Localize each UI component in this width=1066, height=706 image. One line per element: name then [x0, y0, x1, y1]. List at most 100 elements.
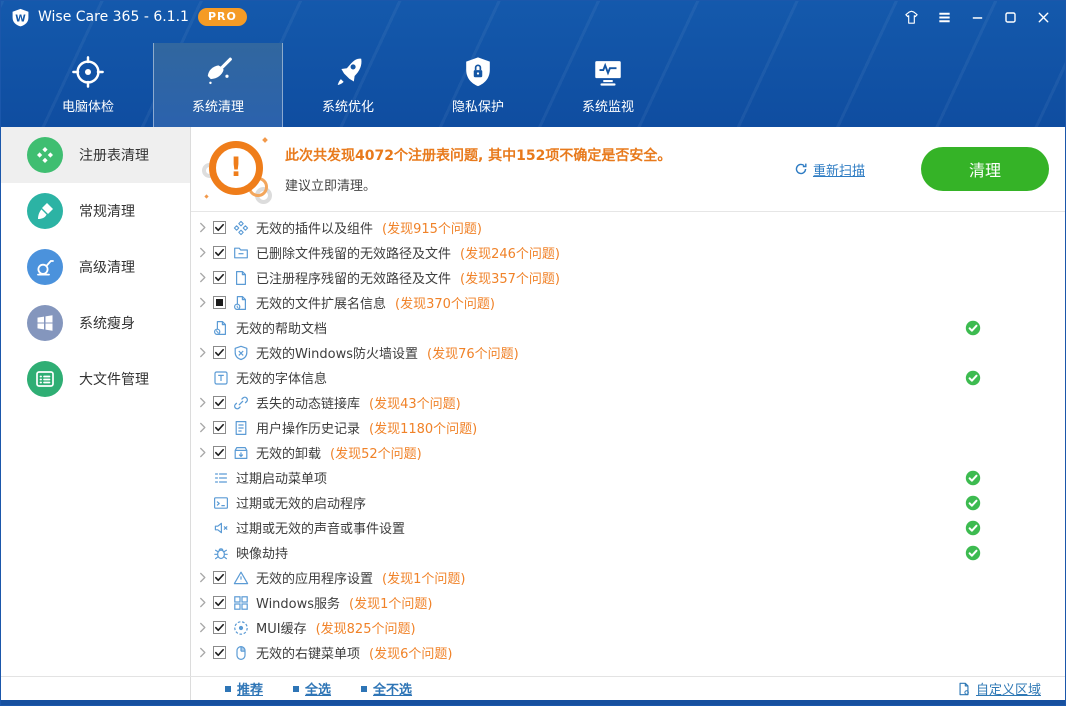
- titlebar[interactable]: Wise Care 365 - 6.1.1 PRO: [1, 1, 1065, 33]
- issue-row[interactable]: 无效的插件以及组件 (发现915个问题): [191, 215, 1065, 240]
- sidebar-item-advanced-cleaner[interactable]: 高级清理: [1, 239, 190, 295]
- firewall-icon: [233, 345, 249, 361]
- checkbox[interactable]: [213, 296, 226, 309]
- clean-button[interactable]: 清理: [921, 147, 1049, 191]
- issue-row[interactable]: 无效的应用程序设置 (发现1个问题): [191, 565, 1065, 590]
- minimize-button[interactable]: [969, 9, 985, 25]
- expander-icon[interactable]: [199, 572, 213, 583]
- file-ext-icon: [233, 295, 249, 311]
- issue-row[interactable]: MUI缓存 (发现825个问题): [191, 615, 1065, 640]
- checkbox[interactable]: [213, 246, 226, 259]
- select-none-link[interactable]: 全不选: [361, 679, 412, 698]
- tab-label: 系统清理: [191, 100, 244, 115]
- expander-icon[interactable]: [199, 222, 213, 233]
- issue-row[interactable]: 过期启动菜单项: [191, 465, 1065, 490]
- checkbox[interactable]: [213, 421, 226, 434]
- issue-found-count: (发现76个问题): [427, 347, 519, 362]
- issue-row[interactable]: 已注册程序残留的无效路径及文件 (发现357个问题): [191, 265, 1065, 290]
- scan-text: 此次共发现4072个注册表问题, 其中152项不确定是否安全。 建议立即清理。: [285, 145, 794, 194]
- rescan-link[interactable]: 重新扫描: [794, 160, 865, 179]
- primary-nav: 电脑体检 系统清理 系统优化 隐私保护 系统监视: [1, 33, 1065, 127]
- issue-label: 无效的卸载: [256, 447, 322, 462]
- issue-row[interactable]: 无效的右键菜单项 (发现6个问题): [191, 640, 1065, 665]
- expander-icon[interactable]: [199, 597, 213, 608]
- safe-check-icon: [965, 470, 981, 486]
- menu-button[interactable]: [936, 9, 952, 25]
- tab-pc-checkup[interactable]: 电脑体检: [23, 43, 153, 127]
- checkbox[interactable]: [213, 396, 226, 409]
- expander-icon[interactable]: [199, 397, 213, 408]
- files-icon: [35, 369, 55, 389]
- window-bottom-edge: [1, 700, 1065, 705]
- issue-found-count: (发现6个问题): [369, 647, 453, 662]
- sidebar-item-system-slimming[interactable]: 系统瘦身: [1, 295, 190, 351]
- bullet-icon: [361, 685, 368, 692]
- sidebar: 注册表清理 常规清理 高级清理 系统瘦身 大文件管理: [1, 127, 191, 676]
- issue-row[interactable]: 丢失的动态链接库 (发现43个问题): [191, 390, 1065, 415]
- checkbox[interactable]: [213, 596, 226, 609]
- document-icon: [957, 682, 971, 696]
- issue-row[interactable]: 无效的字体信息: [191, 365, 1065, 390]
- help-doc-icon: [213, 320, 229, 336]
- recommend-link[interactable]: 推荐: [225, 679, 263, 698]
- startup-icon: [213, 495, 229, 511]
- w-max-icon: [1003, 10, 1018, 25]
- window-title: Wise Care 365 - 6.1.1: [38, 9, 189, 25]
- tab-system-monitor[interactable]: 系统监视: [543, 43, 673, 127]
- custom-area-link[interactable]: 自定义区域: [957, 679, 1041, 698]
- sidebar-item-registry-cleaner[interactable]: 注册表清理: [1, 127, 190, 183]
- expander-icon[interactable]: [199, 622, 213, 633]
- issue-row[interactable]: 过期或无效的声音或事件设置: [191, 515, 1065, 540]
- issue-label: 无效的右键菜单项: [256, 647, 361, 662]
- issue-row[interactable]: 无效的卸载 (发现52个问题): [191, 440, 1065, 465]
- issue-row[interactable]: 映像劫持: [191, 540, 1065, 565]
- issue-row[interactable]: 无效的帮助文档: [191, 315, 1065, 340]
- select-all-link[interactable]: 全选: [293, 679, 331, 698]
- expander-icon[interactable]: [199, 247, 213, 258]
- checkbox[interactable]: [213, 621, 226, 634]
- safe-check-icon: [965, 370, 981, 386]
- checkbox[interactable]: [213, 446, 226, 459]
- font-icon: [213, 370, 229, 386]
- issue-row[interactable]: 用户操作历史记录 (发现1180个问题): [191, 415, 1065, 440]
- issue-found-count: (发现357个问题): [460, 272, 560, 287]
- checkbox[interactable]: [213, 221, 226, 234]
- tab-label: 电脑体检: [61, 100, 114, 115]
- content-area: 注册表清理 常规清理 高级清理 系统瘦身 大文件管理 ! 此次共发现4072个注…: [1, 127, 1065, 676]
- checkbox[interactable]: [213, 346, 226, 359]
- issue-row[interactable]: 无效的Windows防火墙设置 (发现76个问题): [191, 340, 1065, 365]
- issue-label: 过期或无效的声音或事件设置: [236, 522, 406, 537]
- issue-list: 无效的插件以及组件 (发现915个问题) 已删除文件残留的无效路径及文件 (发现…: [191, 212, 1065, 676]
- expander-icon[interactable]: [199, 347, 213, 358]
- tab-system-cleaner[interactable]: 系统清理: [153, 43, 283, 127]
- issue-label: 无效的文件扩展名信息: [256, 297, 387, 312]
- sidebar-item-common-cleaner[interactable]: 常规清理: [1, 183, 190, 239]
- tab-privacy-protector[interactable]: 隐私保护: [413, 43, 543, 127]
- sidebar-item-big-files-manager[interactable]: 大文件管理: [1, 351, 190, 407]
- scan-summary-header: ! 此次共发现4072个注册表问题, 其中152项不确定是否安全。 建议立即清理…: [191, 127, 1065, 211]
- bullet-icon: [293, 685, 300, 692]
- issue-found-count: (发现915个问题): [382, 222, 482, 237]
- issue-label: 无效的字体信息: [236, 372, 328, 387]
- expander-icon[interactable]: [199, 647, 213, 658]
- safe-check-icon: [965, 545, 981, 561]
- titlebar-controls: [903, 9, 1051, 25]
- w-min-icon: [970, 10, 985, 25]
- checkbox[interactable]: [213, 571, 226, 584]
- checkbox[interactable]: [213, 271, 226, 284]
- issue-row[interactable]: 已删除文件残留的无效路径及文件 (发现246个问题): [191, 240, 1065, 265]
- checkbox[interactable]: [213, 646, 226, 659]
- expander-icon[interactable]: [199, 297, 213, 308]
- issue-row[interactable]: 无效的文件扩展名信息 (发现370个问题): [191, 290, 1065, 315]
- expander-icon[interactable]: [199, 422, 213, 433]
- tab-system-tuneup[interactable]: 系统优化: [283, 43, 413, 127]
- issue-row[interactable]: Windows服务 (发现1个问题): [191, 590, 1065, 615]
- expander-icon[interactable]: [199, 447, 213, 458]
- close-button[interactable]: [1035, 9, 1051, 25]
- maximize-button[interactable]: [1002, 9, 1018, 25]
- expander-icon[interactable]: [199, 272, 213, 283]
- issue-row[interactable]: 过期或无效的启动程序: [191, 490, 1065, 515]
- warning-icon: !: [202, 136, 272, 204]
- safe-check-icon: [965, 495, 981, 511]
- skin-button[interactable]: [903, 9, 919, 25]
